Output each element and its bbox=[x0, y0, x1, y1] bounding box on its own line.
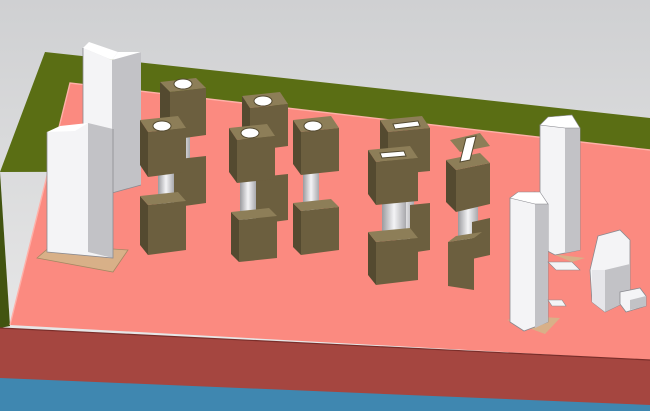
pcb-3d-model[interactable] bbox=[0, 0, 650, 411]
cad-3d-viewport[interactable] bbox=[0, 0, 650, 411]
